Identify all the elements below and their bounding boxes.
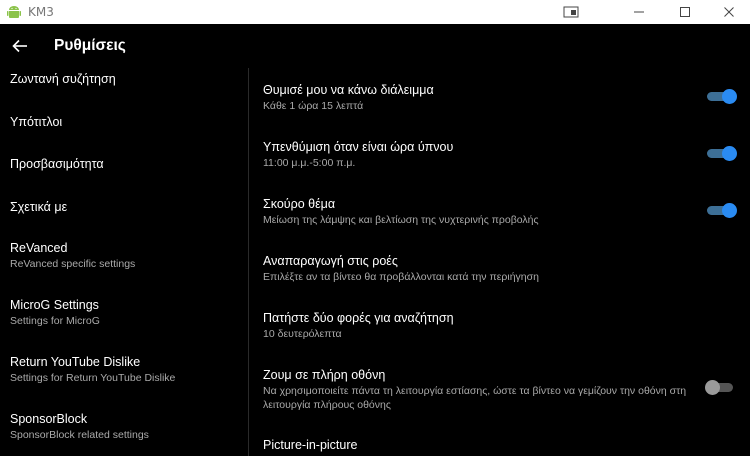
dark-theme-toggle[interactable]	[707, 203, 737, 218]
page-title: Ρυθμίσεις	[54, 37, 126, 54]
setting-dark-theme[interactable]: Σκούρο θέμα Μείωση της λάμψης και βελτίω…	[263, 197, 743, 228]
sidebar-item-label: Προσβασιμότητα	[10, 157, 104, 171]
window-title: KM3	[28, 5, 54, 19]
setting-description: 10 δευτερόλεπτα	[263, 328, 342, 340]
setting-title: Θυμισέ μου να κάνω διάλειμμα	[263, 83, 434, 97]
sidebar-item-about[interactable]: Σχετικά με	[10, 200, 67, 214]
setting-title: Πατήστε δύο φορές για αναζήτηση	[263, 311, 454, 325]
setting-zoom-fullscreen[interactable]: Ζουμ σε πλήρη οθόνη Να χρησιμοποιείτε πά…	[263, 368, 688, 412]
maximize-icon	[680, 7, 690, 17]
setting-bedtime-reminder[interactable]: Υπενθύμιση όταν είναι ώρα ύπνου 11:00 μ.…	[263, 140, 743, 171]
setting-description: Να χρησιμοποιείτε πάντα τη λειτουργία εσ…	[263, 385, 687, 411]
sidebar-item-return-youtube-dislike[interactable]: Return YouTube Dislike Settings for Retu…	[10, 355, 175, 384]
bedtime-reminder-toggle[interactable]	[707, 146, 737, 161]
toggle-thumb	[722, 89, 737, 104]
sidebar-item-description: Settings for Return YouTube Dislike	[10, 372, 176, 384]
restore-compact-icon	[563, 6, 579, 18]
setting-title: Αναπαραγωγή στις ροές	[263, 254, 398, 268]
sidebar-item-live-chat[interactable]: Ζωντανή συζήτηση	[10, 72, 116, 86]
setting-description: Κάθε 1 ώρα 15 λεπτά	[263, 100, 364, 112]
app-header: Ρυθμίσεις	[0, 24, 750, 68]
sidebar-item-microg[interactable]: MicroG Settings Settings for MicroG	[10, 298, 100, 327]
settings-category-list: Ζωντανή συζήτηση Υπότιτλοι Προσβασιμότητ…	[0, 68, 248, 456]
sidebar-item-label: Ζωντανή συζήτηση	[10, 72, 116, 86]
sidebar-item-label: MicroG Settings	[10, 298, 99, 312]
sidebar-item-label: Υπότιτλοι	[10, 115, 63, 129]
setting-description: Επιλέξτε αν τα βίντεο θα προβάλλονται κα…	[263, 271, 539, 283]
toggle-thumb	[722, 146, 737, 161]
restore-compact-button[interactable]	[548, 0, 594, 24]
close-icon	[724, 7, 734, 17]
sidebar-item-label: Return YouTube Dislike	[10, 355, 141, 369]
remind-break-toggle[interactable]	[707, 89, 737, 104]
toggle-thumb	[722, 203, 737, 218]
sidebar-item-accessibility[interactable]: Προσβασιμότητα	[10, 157, 104, 171]
settings-list: Θυμισέ μου να κάνω διάλειμμα Κάθε 1 ώρα …	[249, 68, 750, 456]
sidebar-item-description: Settings for MicroG	[10, 315, 100, 327]
sidebar-item-label: Σχετικά με	[10, 200, 68, 214]
sidebar-item-label: SponsorBlock	[10, 412, 88, 426]
sidebar-item-label: ReVanced	[10, 241, 68, 255]
setting-title: Σκούρο θέμα	[263, 197, 336, 211]
setting-title: Ζουμ σε πλήρη οθόνη	[263, 368, 386, 382]
arrow-left-icon	[12, 39, 27, 53]
sidebar-item-sponsorblock[interactable]: SponsorBlock SponsorBlock related settin…	[10, 412, 149, 441]
window-titlebar: KM3	[0, 0, 750, 24]
setting-double-tap-seek[interactable]: Πατήστε δύο φορές για αναζήτηση 10 δευτε…	[263, 311, 743, 342]
setting-description: Μείωση της λάμψης και βελτίωση της νυχτε…	[263, 214, 539, 226]
close-button[interactable]	[706, 0, 750, 24]
setting-playback-in-feeds[interactable]: Αναπαραγωγή στις ροές Επιλέξτε αν τα βίν…	[263, 254, 743, 285]
back-button[interactable]	[11, 37, 29, 55]
toggle-thumb	[705, 380, 720, 395]
sidebar-item-captions[interactable]: Υπότιτλοι	[10, 115, 62, 129]
minimize-icon	[634, 11, 644, 13]
setting-title: Υπενθύμιση όταν είναι ώρα ύπνου	[263, 140, 454, 154]
setting-description: 11:00 μ.μ.-5:00 π.μ.	[263, 157, 356, 169]
minimize-button[interactable]	[616, 0, 662, 24]
setting-picture-in-picture[interactable]: Picture-in-picture	[263, 438, 743, 452]
android-icon	[7, 6, 21, 18]
sidebar-item-revanced[interactable]: ReVanced ReVanced specific settings	[10, 241, 135, 270]
setting-title: Picture-in-picture	[263, 438, 358, 452]
sidebar-item-description: ReVanced specific settings	[10, 258, 136, 270]
zoom-fullscreen-toggle[interactable]	[705, 380, 735, 395]
sidebar-item-description: SponsorBlock related settings	[10, 429, 149, 441]
setting-remind-break[interactable]: Θυμισέ μου να κάνω διάλειμμα Κάθε 1 ώρα …	[263, 83, 743, 114]
maximize-button[interactable]	[662, 0, 708, 24]
